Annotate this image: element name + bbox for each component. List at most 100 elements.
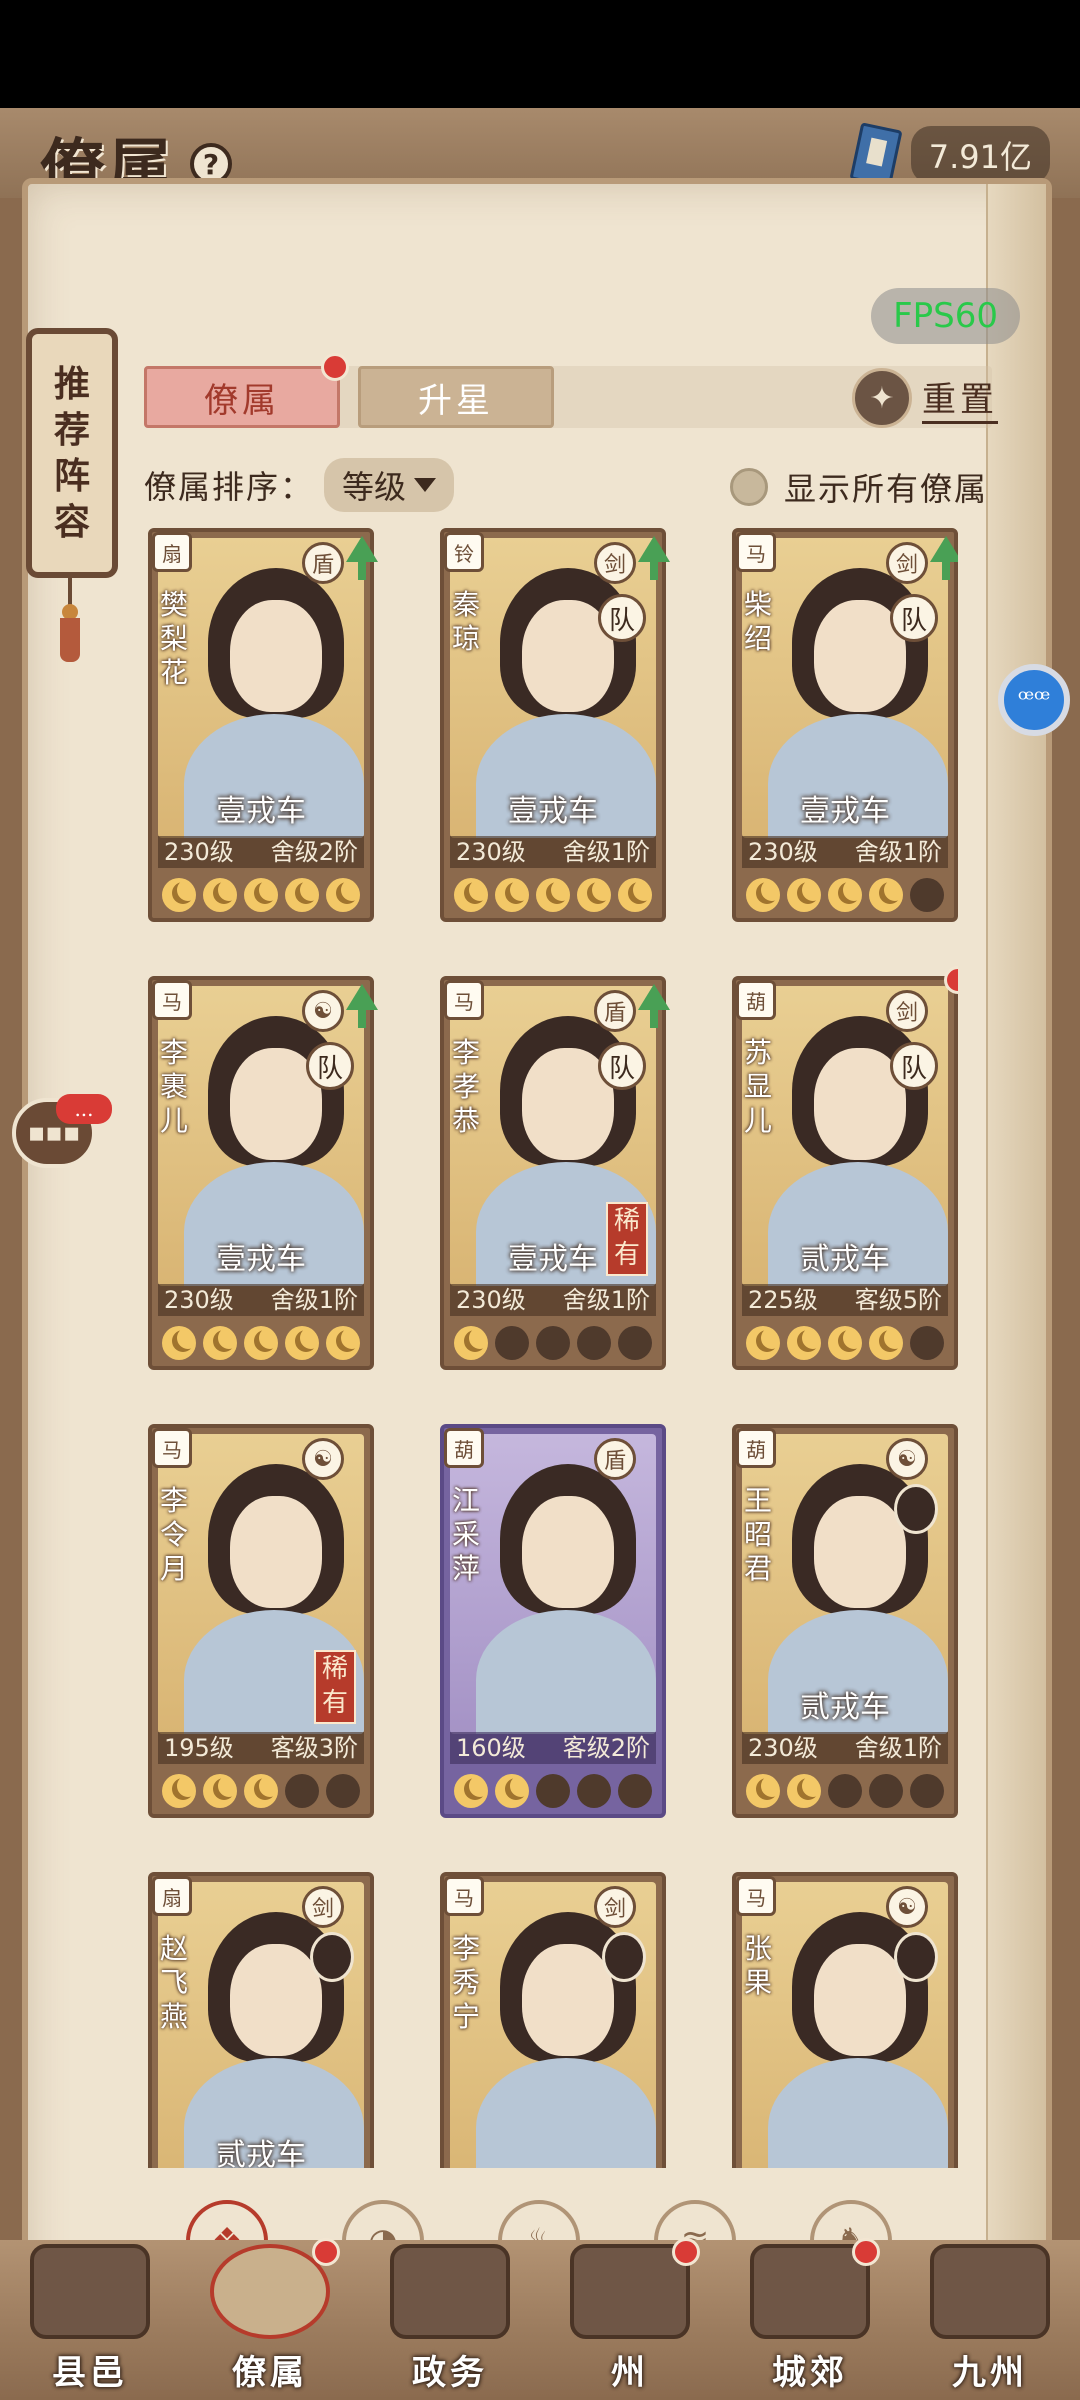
reset-label: 重置 xyxy=(922,372,998,424)
moon-star-icon xyxy=(285,1774,320,1808)
moon-star-icon xyxy=(161,1326,196,1360)
portrait-robe xyxy=(476,2058,656,2168)
nav-item[interactable]: 九州 xyxy=(910,2244,1070,2394)
upgrade-arrow-icon xyxy=(930,536,958,580)
sort-dropdown[interactable]: 等级 xyxy=(324,458,455,512)
retainer-card[interactable]: 马 剑李秀宁 xyxy=(440,1872,666,2168)
reset-icon: ✦ xyxy=(852,368,912,428)
retainer-card[interactable]: 葫 ☯ 王昭君 贰戎车 230级 舍级1阶 xyxy=(732,1424,958,1818)
nav-item[interactable]: 僚属 xyxy=(190,2238,350,2394)
retainer-stats: 230级 舍级1阶 xyxy=(450,836,656,868)
horse-icon: 马 xyxy=(152,1428,192,1468)
retainer-name: 李秀宁 xyxy=(452,1932,481,2033)
nav-label: 县邑 xyxy=(52,2353,128,2393)
vehicle-label: 贰戎车 xyxy=(216,2138,306,2168)
level-value: 230级 xyxy=(748,838,818,866)
retainer-stats: 230级 舍级1阶 xyxy=(450,1284,656,1316)
moon-star-icon xyxy=(243,1326,278,1360)
moon-star-icon xyxy=(618,878,653,912)
recommended-lineup-scroll[interactable]: 推 荐 阵 容 xyxy=(26,328,118,578)
moon-star-icon xyxy=(202,1326,237,1360)
retainer-card[interactable]: 马 ☯ 张果 xyxy=(732,1872,958,2168)
vehicle-label: 壹戎车 xyxy=(800,794,890,829)
vehicle-label: 贰戎车 xyxy=(800,1242,890,1277)
moon-star-icon xyxy=(869,1326,904,1360)
star-rating xyxy=(158,874,364,916)
checkbox-icon xyxy=(729,468,768,506)
moon-star-icon xyxy=(453,1774,488,1808)
retainer-card[interactable]: 马 剑队 柴绍 壹戎车 230级 舍级1阶 xyxy=(732,528,958,922)
retainer-stats: 195级 客级3阶 xyxy=(158,1732,364,1764)
retainer-stats: 230级 舍级2阶 xyxy=(158,836,364,868)
horse-icon: 马 xyxy=(152,980,192,1020)
nav-item[interactable]: 政务 xyxy=(370,2244,530,2394)
show-all-toggle[interactable]: 显示所有僚属 xyxy=(729,464,988,510)
retainer-card[interactable]: 扇 剑赵飞燕 贰戎车 xyxy=(148,1872,374,2168)
rank-value: 舍级1阶 xyxy=(562,838,650,866)
nav-building-icon xyxy=(390,2244,510,2339)
sword-icon: 剑 xyxy=(594,1886,636,1928)
avatar xyxy=(310,1932,354,1982)
moon-star-icon xyxy=(827,1326,862,1360)
scroll-char: 阵 xyxy=(53,455,90,497)
shield-icon: 盾 xyxy=(594,1438,636,1480)
tab-star-up[interactable]: 升星 xyxy=(358,366,554,428)
nav-building-icon xyxy=(30,2244,150,2339)
rare-badge: 稀有 xyxy=(314,1650,356,1724)
retainer-card[interactable]: 马盾队稀有 李孝恭 壹戎车 230级 舍级1阶 xyxy=(440,976,670,1370)
game-board: 僚属 ? 7.91亿 FPS60 推 荐 阵 容 僚属 升星 ✦ 重置 僚属排序… xyxy=(0,108,1080,2400)
retainer-stats: 225级 客级5阶 xyxy=(742,1284,948,1316)
retainer-card[interactable]: 葫 剑队 苏显儿 贰戎车 225级 客级5阶 xyxy=(732,966,958,1370)
moon-star-icon xyxy=(453,878,488,912)
retainer-card[interactable]: 葫 盾江采萍 160级 客级2阶 xyxy=(440,1424,666,1818)
team-badge: 队 xyxy=(890,1042,938,1090)
retainer-card[interactable]: 马 ☯ 稀有 李令月 195级 客级3阶 xyxy=(148,1424,374,1818)
moon-star-icon xyxy=(494,1326,529,1360)
horse-icon: 马 xyxy=(736,1876,776,1916)
moon-star-icon xyxy=(786,1326,821,1360)
moon-star-icon xyxy=(494,1774,529,1808)
portrait-face xyxy=(814,1496,906,1608)
portrait-robe xyxy=(768,2058,948,2168)
portrait-face xyxy=(814,1944,906,2056)
level-value: 230级 xyxy=(164,1286,234,1314)
level-value: 160级 xyxy=(456,1734,526,1762)
assist-icon[interactable]: ꟹꟹ xyxy=(998,664,1070,736)
reset-button[interactable]: ✦ 重置 xyxy=(852,368,998,428)
retainer-card[interactable]: 铃 剑队 秦琼 壹戎车 230级 舍级1阶 xyxy=(440,528,670,922)
retainer-card[interactable]: 马 ☯ 队 李裹儿 壹戎车 230级 舍级1阶 xyxy=(148,976,378,1370)
chat-badge: ... xyxy=(56,1094,112,1124)
sort-bar: 僚属排序： 等级 xyxy=(144,458,455,512)
star-rating xyxy=(158,1322,364,1364)
retainer-name: 樊梨花 xyxy=(160,588,189,689)
nav-label: 州 xyxy=(611,2353,649,2393)
tab-label: 僚属 xyxy=(204,380,280,421)
rank-value: 舍级1阶 xyxy=(562,1286,650,1314)
yin-yang-icon: ☯ xyxy=(302,990,344,1032)
chevron-down-icon xyxy=(414,478,437,492)
sort-value: 等级 xyxy=(342,468,407,506)
gourd-icon: 葫 xyxy=(444,1428,484,1468)
currency-display[interactable]: 7.91亿 xyxy=(849,122,1050,188)
moon-star-icon xyxy=(869,878,904,912)
currency-value: 7.91亿 xyxy=(910,126,1050,184)
notification-dot xyxy=(321,353,349,381)
level-value: 230级 xyxy=(456,838,526,866)
nav-building-icon xyxy=(570,2244,690,2339)
nav-item[interactable]: 州 xyxy=(550,2238,710,2394)
rank-value: 舍级2阶 xyxy=(270,838,358,866)
team-badge: 队 xyxy=(598,594,646,642)
nav-item[interactable]: 县邑 xyxy=(10,2244,170,2394)
tab-retainers[interactable]: 僚属 xyxy=(144,353,349,428)
nav-item[interactable]: 城郊 xyxy=(730,2238,890,2394)
level-value: 230级 xyxy=(456,1286,526,1314)
notification-dot xyxy=(672,2238,700,2266)
star-rating xyxy=(742,874,948,916)
moon-star-icon xyxy=(786,878,821,912)
bottom-nav: 县邑 僚属 政务 州 城郊 九州 xyxy=(0,2238,1080,2400)
scroll-char: 荐 xyxy=(53,409,90,451)
moon-star-icon xyxy=(745,878,780,912)
tassel-decoration xyxy=(58,578,82,662)
nav-label: 九州 xyxy=(952,2353,1028,2393)
retainer-card[interactable]: 扇 盾樊梨花 壹戎车 230级 舍级2阶 xyxy=(148,528,378,922)
